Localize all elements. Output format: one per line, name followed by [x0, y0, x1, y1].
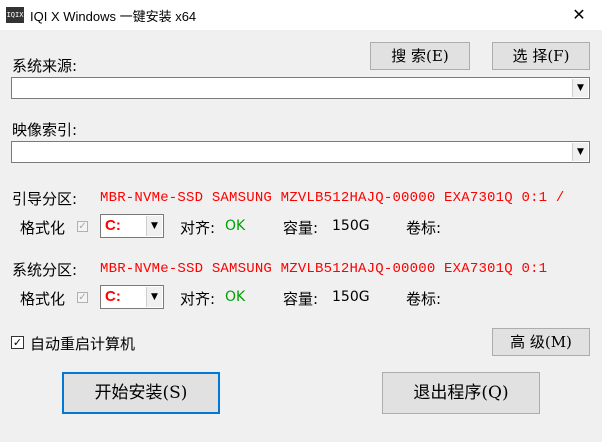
- boot-partition-label: 引导分区:: [12, 190, 78, 208]
- system-capacity-value: 150G: [332, 289, 370, 305]
- auto-restart-label: 自动重启计算机: [30, 335, 136, 353]
- system-volume-label: 卷标:: [406, 290, 442, 308]
- boot-partition-disk: MBR-NVMe-SSD SAMSUNG MZVLB512HAJQ-00000 …: [100, 190, 565, 206]
- select-button[interactable]: 选 择(F): [492, 42, 590, 70]
- chevron-down-icon[interactable]: ▼: [146, 287, 162, 307]
- source-label: 系统来源:: [12, 57, 78, 75]
- system-capacity-label: 容量:: [283, 290, 319, 308]
- boot-format-checkbox[interactable]: ✓: [77, 221, 88, 232]
- chevron-down-icon[interactable]: ▼: [572, 79, 588, 97]
- system-format-label: 格式化: [20, 290, 66, 308]
- search-button[interactable]: 搜 索(E): [370, 42, 470, 70]
- system-align-value: OK: [225, 289, 246, 305]
- boot-format-label: 格式化: [20, 219, 66, 237]
- index-label: 映像索引:: [12, 121, 78, 139]
- app-icon: IQIX: [6, 7, 24, 23]
- chevron-down-icon[interactable]: ▼: [146, 216, 162, 236]
- window-title: IQI X Windows 一键安装 x64: [30, 9, 197, 24]
- system-partition-label: 系统分区:: [12, 261, 78, 279]
- exit-program-button[interactable]: 退出程序(Q): [382, 372, 540, 414]
- system-drive-select[interactable]: C: ▼: [100, 285, 164, 309]
- system-partition-disk: MBR-NVMe-SSD SAMSUNG MZVLB512HAJQ-00000 …: [100, 261, 548, 277]
- start-install-button[interactable]: 开始安装(S): [62, 372, 220, 414]
- boot-drive-value: C:: [105, 217, 121, 234]
- boot-align-value: OK: [225, 218, 246, 234]
- chevron-down-icon[interactable]: ▼: [572, 143, 588, 161]
- source-combo[interactable]: ▼: [11, 77, 590, 99]
- system-format-checkbox[interactable]: ✓: [77, 292, 88, 303]
- title-bar: IQIX IQI X Windows 一键安装 x64 ✕: [0, 0, 602, 30]
- advanced-button[interactable]: 高 级(M): [492, 328, 590, 356]
- close-button[interactable]: ✕: [556, 0, 602, 30]
- boot-capacity-value: 150G: [332, 218, 370, 234]
- boot-capacity-label: 容量:: [283, 219, 319, 237]
- system-drive-value: C:: [105, 288, 121, 305]
- index-combo[interactable]: ▼: [11, 141, 590, 163]
- auto-restart-checkbox[interactable]: ✓: [11, 336, 24, 349]
- boot-align-label: 对齐:: [180, 219, 216, 237]
- boot-drive-select[interactable]: C: ▼: [100, 214, 164, 238]
- boot-volume-label: 卷标:: [406, 219, 442, 237]
- system-align-label: 对齐:: [180, 290, 216, 308]
